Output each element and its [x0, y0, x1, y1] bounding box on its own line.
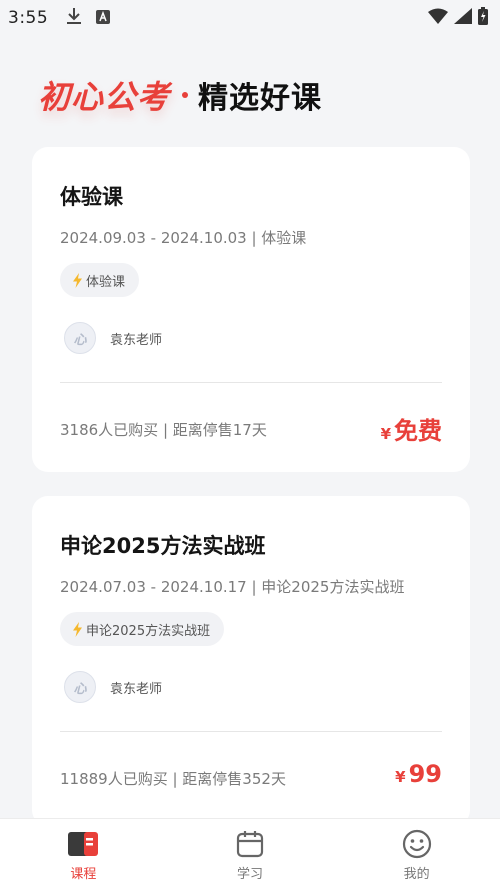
course-tag-label: 体验课 [86, 274, 126, 290]
status-bar: 3:55 [0, 0, 500, 36]
tab-study[interactable]: 学习 [167, 819, 334, 888]
course-title: 申论2025方法实战班 [60, 534, 266, 558]
price-value: 免费 [394, 417, 442, 445]
course-price: ¥ 99 [395, 760, 442, 788]
status-time: 3:55 [8, 8, 49, 28]
course-title: 体验课 [60, 185, 123, 209]
course-sales-info: 11889人已购买 | 距离停售352天 [60, 770, 286, 788]
download-icon [66, 7, 82, 29]
course-card[interactable]: 体验课 2024.09.03 - 2024.10.03 | 体验课 体验课 心 … [32, 147, 470, 472]
course-book-icon [67, 829, 99, 859]
course-tag: 体验课 [60, 263, 140, 297]
price-currency-symbol: ¥ [395, 768, 406, 786]
course-sales-info: 3186人已购买 | 距离停售17天 [60, 421, 267, 439]
page-title: 精选好课 [198, 81, 323, 116]
teacher-name: 袁东老师 [110, 681, 163, 697]
tab-label: 我的 [403, 867, 430, 882]
teacher-info: 心 袁东老师 [64, 671, 162, 703]
brand-separator-dot [182, 92, 189, 98]
course-price: ¥ 免费 [381, 411, 442, 446]
teacher-info: 心 袁东老师 [64, 322, 162, 354]
card-divider [60, 731, 442, 732]
brand-name: 初心公考 [38, 78, 171, 116]
tab-profile[interactable]: 我的 [333, 819, 500, 888]
signal-icon [454, 8, 472, 28]
card-divider [60, 382, 442, 383]
course-dates: 2024.09.03 - 2024.10.03 | 体验课 [60, 229, 307, 247]
course-dates: 2024.07.03 - 2024.10.17 | 申论2025方法实战班 [60, 578, 405, 596]
keyboard-icon [96, 9, 111, 28]
calendar-icon [234, 829, 266, 859]
bottom-tab-bar: 课程 学习 我的 [0, 818, 500, 888]
course-tag-label: 申论2025方法实战班 [86, 623, 211, 639]
battery-charging-icon [478, 7, 488, 29]
price-value: 99 [408, 760, 442, 788]
course-card[interactable]: 申论2025方法实战班 2024.07.03 - 2024.10.17 | 申论… [32, 496, 470, 826]
teacher-avatar: 心 [64, 671, 96, 703]
tab-courses[interactable]: 课程 [0, 819, 167, 888]
page-header: 初心公考 精选好课 [38, 70, 322, 120]
smiley-icon [401, 829, 433, 859]
teacher-avatar: 心 [64, 322, 96, 354]
tab-label: 课程 [70, 867, 97, 882]
lightning-icon [72, 272, 83, 288]
wifi-icon [428, 8, 448, 28]
tab-label: 学习 [237, 867, 264, 882]
course-tag: 申论2025方法实战班 [60, 612, 225, 646]
teacher-name: 袁东老师 [110, 332, 163, 348]
price-currency-symbol: ¥ [380, 425, 391, 443]
lightning-icon [72, 621, 83, 637]
